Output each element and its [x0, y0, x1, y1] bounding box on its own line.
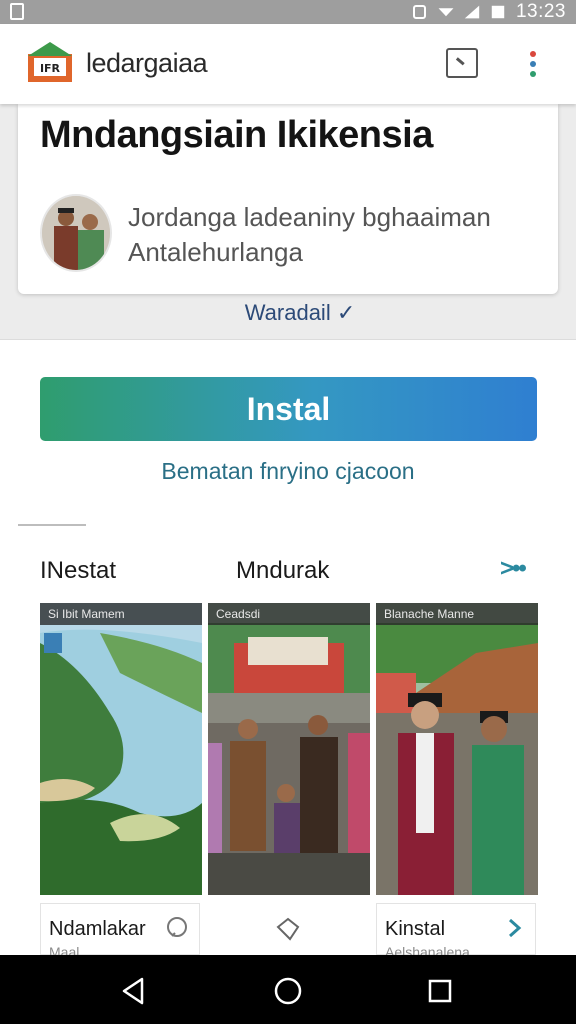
logo-text: IFR	[40, 62, 61, 75]
system-nav-bar	[0, 955, 576, 1024]
section-label-screenshots: Mndurak	[236, 557, 330, 584]
portrait-photo-image	[376, 603, 538, 895]
chat-icon	[167, 917, 187, 937]
tile-title: Ndamlakar	[49, 918, 146, 940]
screenshot-caption: Blanache Manne	[376, 603, 538, 625]
related-app-tile-1[interactable]: Ndamlakar Maal	[40, 903, 200, 960]
group-photo-image	[208, 603, 370, 895]
cast-icon[interactable]	[446, 48, 478, 78]
app-description: Jordanga ladeaniny bghaaiman Antalehurla…	[128, 202, 491, 267]
app-info-card: Mndangsiain Ikikensia Jordanga ladeaniny…	[18, 104, 558, 294]
recents-icon[interactable]	[424, 975, 456, 1007]
section-more-arrow[interactable]: >••	[500, 555, 527, 583]
related-app-tile-3[interactable]: Kinstal Aelshanalena	[376, 903, 536, 960]
more-vert-icon[interactable]	[524, 48, 542, 82]
secondary-link[interactable]: Bematan fnryino cjacoon	[0, 458, 576, 485]
status-bar: 13:23	[0, 0, 576, 24]
tile-title: Kinstal	[385, 918, 446, 940]
chevron-right-icon	[509, 918, 522, 938]
avatar-people-illustration	[42, 196, 110, 270]
developer-avatar[interactable]	[40, 194, 112, 272]
landscape-image	[40, 603, 202, 895]
app-logo-icon: IFR	[28, 42, 72, 82]
status-icons: 13:23	[412, 1, 566, 23]
screenshot-1[interactable]: Si Ibit Mamem	[40, 603, 202, 895]
screenshot-3[interactable]: Blanache Manne	[376, 603, 538, 895]
section-divider	[18, 524, 86, 526]
app-bar: IFR ledargaiaa	[0, 24, 576, 104]
install-button[interactable]: Instal	[40, 377, 537, 441]
alarm-icon	[412, 5, 426, 19]
screenshot-caption: Ceadsdi	[208, 603, 370, 625]
related-app-tile-2[interactable]	[208, 903, 370, 955]
signal-icon	[464, 5, 480, 19]
screenshot-caption: Si Ibit Mamem	[40, 603, 202, 625]
screenshot-2[interactable]: Ceadsdi	[208, 603, 370, 895]
back-icon[interactable]	[118, 975, 150, 1007]
more-details-link[interactable]: Waradail ✓	[0, 300, 576, 326]
wifi-icon	[438, 8, 454, 17]
tag-icon	[276, 917, 300, 941]
home-icon[interactable]	[272, 975, 304, 1007]
section-label-left: INestat	[40, 557, 117, 584]
notification-icon	[10, 3, 24, 20]
clock: 13:23	[515, 1, 566, 22]
app-name-heading: Mndangsiain Ikikensia	[40, 114, 433, 156]
app-title: ledargaiaa	[86, 48, 208, 78]
battery-icon	[491, 5, 505, 19]
